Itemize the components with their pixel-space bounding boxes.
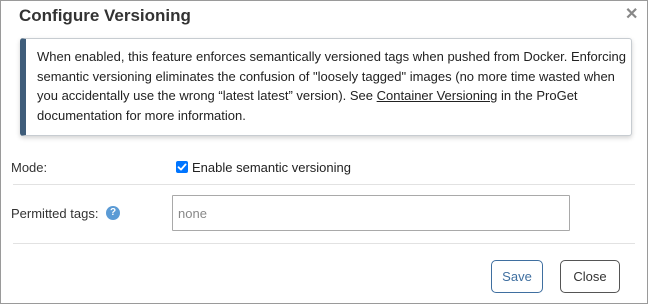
container-versioning-link[interactable]: Container Versioning	[377, 88, 498, 103]
divider-mode	[13, 184, 635, 185]
save-button[interactable]: Save	[491, 260, 543, 293]
help-icon[interactable]: ?	[106, 206, 120, 220]
divider-tags	[13, 243, 635, 244]
mode-label: Mode:	[11, 160, 48, 175]
checkmark-icon	[177, 163, 187, 171]
enable-semantic-versioning-label[interactable]: Enable semantic versioning	[192, 160, 351, 176]
permitted-tags-label: Permitted tags:	[11, 206, 99, 221]
configure-versioning-dialog: Configure Versioning ✕ When enabled, thi…	[0, 0, 648, 304]
dialog-title: Configure Versioning	[19, 6, 191, 25]
info-text: When enabled, this feature enforces sema…	[37, 47, 627, 125]
close-button[interactable]: Close	[560, 260, 620, 293]
close-icon[interactable]: ✕	[625, 7, 638, 23]
permitted-tags-input[interactable]	[172, 195, 570, 231]
info-box: When enabled, this feature enforces sema…	[20, 38, 632, 136]
enable-semantic-versioning-checkbox[interactable]	[176, 161, 188, 173]
